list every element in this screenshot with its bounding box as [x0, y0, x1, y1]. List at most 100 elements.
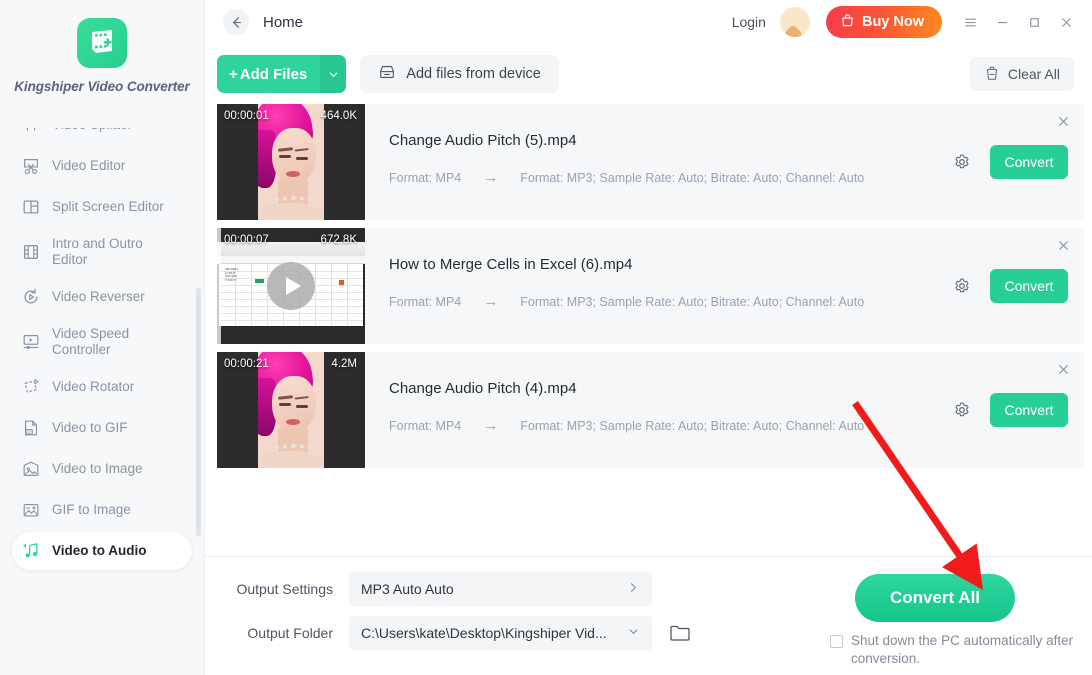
chevron-down-icon[interactable] [627, 625, 640, 641]
sidebar-item-label: GIF to Image [52, 502, 131, 518]
video-editor-icon [20, 155, 42, 177]
video-to-audio-icon [20, 540, 42, 562]
source-format: Format: MP4 [389, 294, 462, 309]
buy-now-label: Buy Now [861, 14, 924, 30]
device-icon [378, 63, 396, 85]
remove-file-icon[interactable] [1054, 112, 1072, 130]
folder-icon[interactable] [668, 621, 692, 645]
convert-button[interactable]: Convert [990, 269, 1068, 303]
sidebar-item-label: Video to Audio [52, 543, 147, 559]
video-filesize: 4.2M [331, 358, 357, 370]
add-files-button[interactable]: + Add Files [217, 55, 347, 93]
video-duration: 00:00:01 [224, 110, 269, 122]
maximize-icon[interactable] [1020, 8, 1048, 36]
file-name: Change Audio Pitch (4).mp4 [389, 380, 577, 397]
sidebar-item-label: Video Splitter [52, 128, 132, 133]
video-duration: 00:00:21 [224, 358, 269, 370]
file-row[interactable]: ABC DEFG HI JKLM NOP QRS TUVW XY 00:00:07 672… [217, 228, 1084, 344]
sidebar: Kingshiper Video Converter Video Splitte… [0, 0, 204, 675]
add-files-main[interactable]: + Add Files [217, 55, 321, 93]
shopping-bag-icon [840, 13, 855, 32]
remove-file-icon[interactable] [1054, 236, 1072, 254]
trash-icon [984, 65, 1000, 84]
sidebar-item-video-editor[interactable]: Video Editor [12, 147, 192, 185]
sidebar-item-video-to-image[interactable]: Video to Image [12, 450, 192, 488]
settings-gear-icon[interactable] [950, 150, 974, 174]
video-thumbnail[interactable]: 00:00:01 464.0K [217, 104, 365, 220]
sidebar-item-video-speed-controller[interactable]: Video Speed Controller [12, 319, 192, 365]
video-thumbnail[interactable]: 00:00:21 4.2M [217, 352, 365, 468]
clear-all-label: Clear All [1007, 66, 1060, 82]
checkbox-box[interactable] [830, 635, 843, 648]
output-settings-value: MP3 Auto Auto [361, 581, 454, 597]
close-icon[interactable] [1052, 8, 1080, 36]
sidebar-item-label: Video Reverser [52, 289, 145, 305]
settings-gear-icon[interactable] [950, 274, 974, 298]
output-settings-label: Output Settings [236, 581, 333, 597]
back-arrow-icon[interactable] [223, 9, 249, 35]
output-settings-field[interactable]: MP3 Auto Auto [349, 572, 652, 606]
target-format: Format: MP3; Sample Rate: Auto; Bitrate:… [520, 170, 865, 185]
shutdown-label: Shut down the PC automatically after con… [851, 633, 1074, 667]
sidebar-item-gif-to-image[interactable]: GIF to Image [12, 491, 192, 529]
video-thumbnail[interactable]: ABC DEFG HI JKLM NOP QRS TUVW XY 00:00:07 672… [217, 228, 365, 344]
remove-file-icon[interactable] [1054, 360, 1072, 378]
main-panel: Home Login Buy Now + Add Files Add files… [204, 0, 1092, 675]
buy-now-button[interactable]: Buy Now [825, 6, 942, 38]
output-folder-label: Output Folder [247, 625, 333, 641]
video-filesize: 672.8K [320, 234, 357, 246]
conversion-arrow-icon: → [483, 293, 499, 310]
settings-gear-icon[interactable] [950, 398, 974, 422]
user-avatar-icon[interactable] [779, 7, 810, 37]
output-folder-field[interactable]: C:\Users\kate\Desktop\Kingshiper Vid... [349, 616, 652, 650]
sidebar-scrollbar-thumb[interactable] [196, 288, 201, 536]
file-meta: Format: MP4 → Format: MP3; Sample Rate: Au… [389, 293, 950, 310]
app-name: Kingshiper Video Converter [14, 79, 190, 94]
intro-outro-editor-icon [20, 241, 42, 263]
sidebar-item-intro-and-outro-editor[interactable]: Intro and Outro Editor [12, 229, 192, 275]
hamburger-menu-icon[interactable] [956, 8, 984, 36]
video-rotator-icon [20, 376, 42, 398]
video-to-image-icon [20, 458, 42, 480]
bottom-bar: Output Settings MP3 Auto Auto Output Fol… [205, 556, 1092, 675]
file-row[interactable]: 00:00:21 4.2M Change Audio Pitch (4).mp4 Fo… [217, 352, 1084, 468]
source-format: Format: MP4 [389, 418, 462, 433]
shutdown-after-conversion-checkbox[interactable]: Shut down the PC automatically after con… [830, 632, 1080, 668]
login-button[interactable]: Login [732, 14, 766, 30]
video-reverser-icon [20, 286, 42, 308]
sidebar-item-label: Video Editor [52, 158, 126, 174]
sidebar-item-video-to-gif[interactable]: GIF Video to GIF [12, 409, 192, 447]
chevron-down-icon[interactable] [320, 55, 347, 93]
sidebar-item-label: Video Rotator [52, 379, 135, 395]
sidebar-item-video-reverser[interactable]: Video Reverser [12, 278, 192, 316]
sidebar-item-split-screen-editor[interactable]: Split Screen Editor [12, 188, 192, 226]
clear-all-button[interactable]: Clear All [969, 57, 1074, 91]
video-filesize: 464.0K [320, 110, 357, 122]
file-list: 00:00:01 464.0K Change Audio Pitch (5).mp4… [205, 104, 1092, 556]
thumbnail-progress-bar[interactable] [217, 228, 221, 344]
convert-button[interactable]: Convert [990, 393, 1068, 427]
sidebar-nav-scroll[interactable]: Video Splitter Video Editor Split Screen E… [0, 128, 204, 675]
svg-text:GIF: GIF [26, 430, 31, 434]
target-format: Format: MP3; Sample Rate: Auto; Bitrate:… [520, 418, 865, 433]
video-speed-controller-icon [20, 331, 42, 353]
minimize-icon[interactable] [988, 8, 1016, 36]
play-icon[interactable] [267, 262, 315, 310]
conversion-arrow-icon: → [483, 417, 499, 434]
sidebar-item-label: Video Speed Controller [52, 326, 130, 357]
sidebar-item-video-rotator[interactable]: Video Rotator [12, 368, 192, 406]
app-logo-icon [77, 18, 127, 68]
sidebar-item-label: Video to GIF [52, 420, 128, 436]
sidebar-item-video-to-audio[interactable]: Video to Audio [12, 532, 192, 570]
sidebar-item-video-splitter[interactable]: Video Splitter [12, 128, 192, 144]
window-controls [956, 8, 1080, 36]
app-window: Kingshiper Video Converter Video Splitte… [0, 0, 1092, 675]
split-screen-editor-icon [20, 196, 42, 218]
titlebar: Home Login Buy Now [205, 0, 1092, 44]
file-row[interactable]: 00:00:01 464.0K Change Audio Pitch (5).mp4… [217, 104, 1084, 220]
convert-all-button[interactable]: Convert All [855, 574, 1015, 622]
add-files-from-device-button[interactable]: Add files from device [360, 55, 559, 93]
page-title: Home [263, 13, 304, 31]
file-info: Change Audio Pitch (5).mp4 Format: MP4 → Fo… [365, 104, 950, 220]
convert-button[interactable]: Convert [990, 145, 1068, 179]
